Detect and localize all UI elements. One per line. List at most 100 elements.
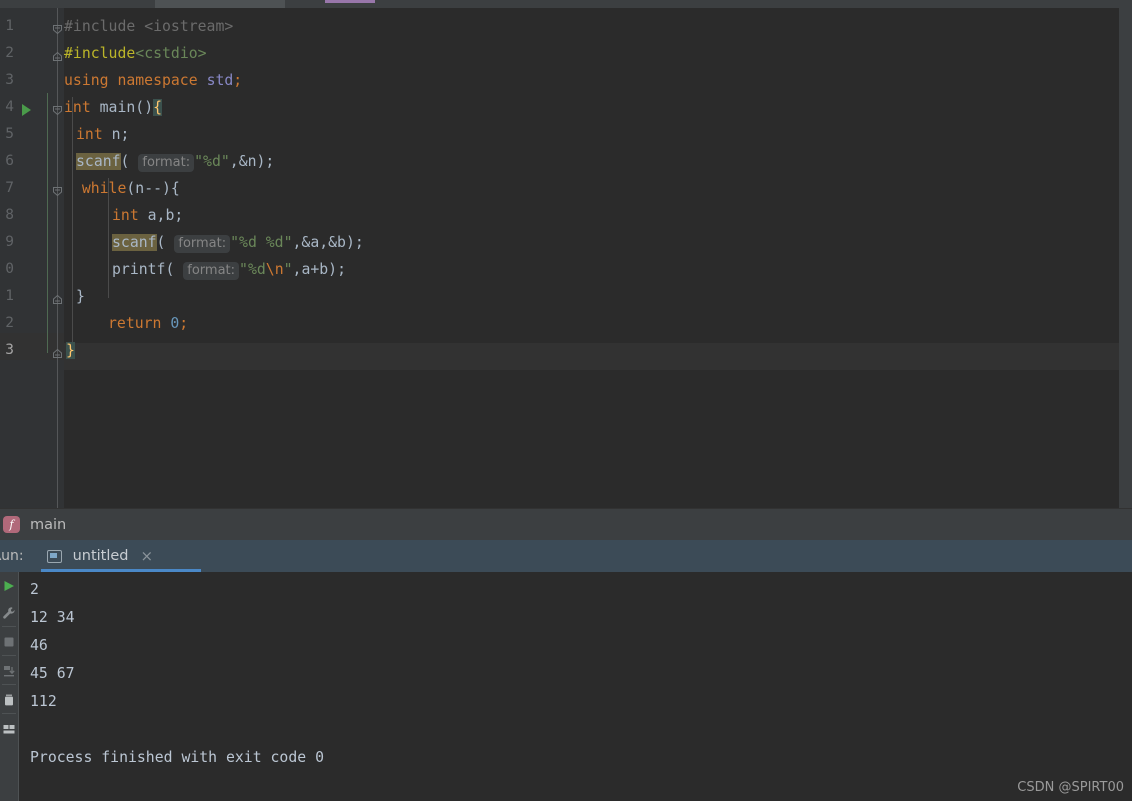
line-number: 8: [5, 207, 14, 223]
editor-tab-active[interactable]: [155, 0, 375, 8]
line-number: 3: [5, 342, 14, 358]
token-int: int: [64, 99, 91, 116]
code-line: int main(){: [64, 94, 163, 121]
console-output[interactable]: 2 12 34 46 45 67 112 Process finished with ex…: [19, 572, 1132, 801]
token-format-string-close: ": [283, 261, 293, 278]
token-semicolon: ;: [233, 72, 243, 89]
inlay-hint-format[interactable]: format:: [183, 262, 240, 280]
code-line: }: [66, 337, 75, 364]
line-number: 5: [5, 126, 14, 142]
line-number: 7: [5, 180, 14, 196]
line-number: 0: [5, 261, 14, 277]
run-tab-label: untitled: [72, 548, 129, 564]
token-while-cond: (n--){: [126, 180, 180, 197]
token-include: #include: [64, 45, 136, 62]
line-number: 1: [5, 18, 14, 34]
token-escape-newline: \n: [265, 261, 284, 278]
token-while: while: [81, 180, 127, 197]
toolbar-divider: [2, 655, 16, 656]
stop-icon[interactable]: [2, 634, 16, 648]
run-panel-title: Run:: [0, 548, 24, 564]
code-line: printf( format: "%d\n",a+b);: [112, 256, 346, 283]
current-line-highlight: [64, 343, 1132, 370]
console-toolbar: [0, 572, 18, 801]
line-number: 1: [5, 288, 14, 304]
token-var-n: n;: [102, 126, 130, 143]
line-number: 4: [5, 99, 14, 115]
code-text-area[interactable]: #include <iostream> #include<cstdio> usi…: [64, 8, 1132, 508]
token-int: int: [76, 126, 103, 143]
editor-tab-strip: [0, 0, 1132, 8]
fold-marker-icon[interactable]: [52, 294, 63, 305]
token-main: main: [90, 99, 136, 116]
token-format-string: "%d": [194, 153, 230, 170]
run-gutter-icon[interactable]: [22, 104, 31, 116]
fold-marker-icon[interactable]: [52, 105, 63, 116]
code-line: return 0;: [108, 310, 188, 337]
inlay-hint-format[interactable]: format:: [138, 154, 195, 172]
close-icon[interactable]: ×: [141, 547, 154, 565]
line-number: 6: [5, 153, 14, 169]
token-args: ,a+b);: [292, 261, 346, 278]
run-tool-window-header: Run: untitled ×: [0, 540, 1132, 572]
code-editor[interactable]: 1234567890123 #include <iostream> #inclu…: [0, 8, 1132, 508]
token-iostream: <iostream>: [135, 18, 234, 35]
toolbar-divider: [2, 684, 16, 685]
code-line: #include<cstdio>: [64, 40, 207, 67]
breadcrumb-label[interactable]: main: [30, 517, 66, 533]
toolbar-divider: [2, 626, 16, 627]
soft-wrap-icon[interactable]: [2, 663, 16, 677]
method-scope-guide: [47, 93, 48, 353]
fold-marker-icon[interactable]: [52, 24, 63, 35]
token-paren: (: [156, 234, 175, 251]
token-format-string: "%d %d": [230, 234, 293, 251]
ide-window: 1234567890123 #include <iostream> #inclu…: [0, 0, 1132, 801]
fold-marker-icon[interactable]: [52, 51, 63, 62]
console-line: 46: [30, 637, 48, 654]
run-tab-untitled[interactable]: untitled ×: [40, 540, 201, 572]
gutter-edge: [57, 8, 58, 508]
fold-marker-icon[interactable]: [52, 186, 63, 197]
token-paren: (: [165, 261, 184, 278]
token-std: std: [206, 72, 234, 89]
code-line: int a,b;: [112, 202, 183, 229]
rerun-icon[interactable]: [2, 578, 16, 592]
code-line: int n;: [76, 121, 129, 148]
code-line: scanf( format: "%d",&n);: [76, 148, 274, 175]
token-semicolon: ;: [179, 315, 189, 332]
token-zero: 0: [161, 315, 180, 332]
token-args: ,&n);: [229, 153, 275, 170]
inlay-hint-format[interactable]: format:: [174, 235, 231, 253]
token-cstdio: <cstdio>: [135, 45, 207, 62]
console-panel: 2 12 34 46 45 67 112 Process finished with ex…: [0, 572, 1132, 801]
line-number: 9: [5, 234, 14, 250]
trash-icon[interactable]: [2, 692, 16, 706]
code-line: }: [76, 283, 85, 310]
editor-scrollbar[interactable]: [1119, 8, 1132, 508]
console-icon: [46, 549, 62, 563]
token-brace-close-outer: }: [66, 342, 75, 359]
breadcrumb[interactable]: f main: [0, 508, 1132, 540]
watermark: CSDN @SPIRT00: [1017, 780, 1124, 795]
code-line: scanf( format: "%d %d",&a,&b);: [112, 229, 364, 256]
token-format-string: "%d: [239, 261, 266, 278]
fold-marker-icon[interactable]: [52, 348, 63, 359]
settings-wrench-icon[interactable]: [2, 605, 16, 619]
code-line: while(n--){: [64, 175, 180, 202]
console-line: Process finished with exit code 0: [30, 749, 324, 766]
token-include: #include: [64, 18, 136, 35]
code-line: #include <iostream>: [64, 13, 233, 40]
function-icon: f: [3, 516, 20, 533]
token-return: return: [108, 315, 162, 332]
line-number: 2: [5, 45, 14, 61]
code-line: using namespace std;: [64, 67, 242, 94]
console-line: 2: [30, 581, 39, 598]
token-var-ab: a,b;: [138, 207, 184, 224]
console-line: 112: [30, 693, 57, 710]
editor-gutter[interactable]: 1 2 3 4 5 6 7 8 9 0 1 2 3: [0, 8, 64, 508]
editor-tab-underline: [325, 0, 375, 3]
print-icon[interactable]: [2, 721, 16, 735]
token-printf: printf: [112, 261, 166, 278]
line-number: 2: [5, 315, 14, 331]
token-args: ,&a,&b);: [292, 234, 364, 251]
